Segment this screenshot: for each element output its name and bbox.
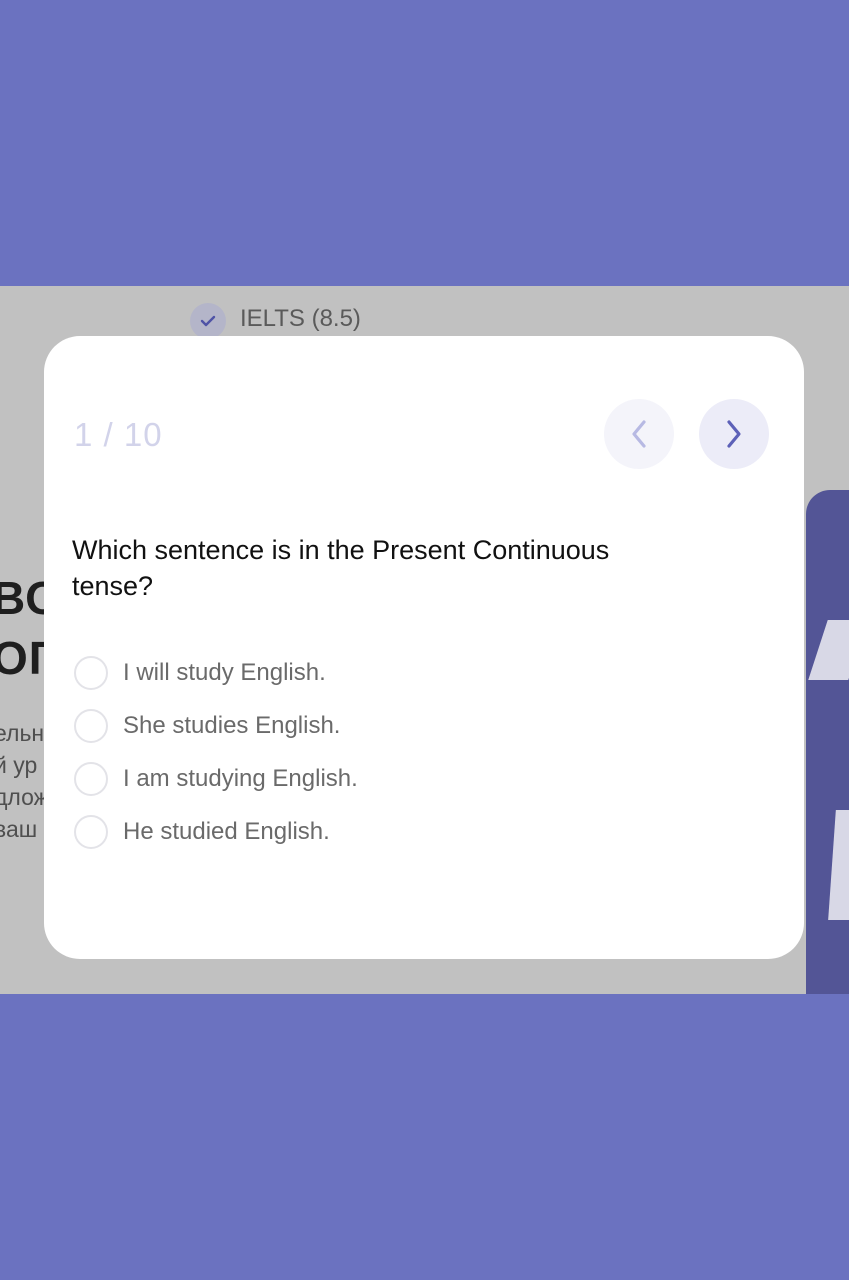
check-icon: [190, 303, 226, 339]
answer-label: I will study English.: [123, 658, 326, 686]
background-text-line: длож: [0, 784, 50, 810]
decorative-shape: [828, 810, 849, 920]
decorative-shape: [808, 620, 849, 680]
answer-option[interactable]: I am studying English.: [74, 752, 358, 805]
radio-button[interactable]: [74, 708, 108, 743]
answer-label: I am studying English.: [123, 764, 358, 792]
chevron-right-icon: [727, 420, 741, 448]
answer-option[interactable]: He studied English.: [74, 805, 358, 858]
radio-button[interactable]: [74, 655, 108, 690]
background-text-line: й ур: [0, 752, 38, 778]
answer-option[interactable]: I will study English.: [74, 646, 358, 699]
previous-question-button[interactable]: [604, 399, 674, 469]
quiz-modal: 1 / 10 Which sentence is in the Present …: [44, 336, 804, 959]
ielts-label: IELTS (8.5): [240, 305, 361, 332]
question-counter: 1 / 10: [74, 416, 163, 453]
next-question-button[interactable]: [699, 399, 769, 469]
background-card: [806, 490, 849, 994]
answer-label: He studied English.: [123, 817, 330, 845]
answer-label: She studies English.: [123, 711, 341, 739]
radio-button[interactable]: [74, 814, 108, 849]
radio-button[interactable]: [74, 761, 108, 796]
answer-option[interactable]: She studies English.: [74, 699, 358, 752]
background-text-line: ельн: [0, 720, 45, 746]
background-text-line: ваш: [0, 816, 38, 842]
question-text: Which sentence is in the Present Continu…: [72, 535, 610, 601]
chevron-left-icon: [632, 420, 646, 448]
answer-options: I will study English. She studies Englis…: [74, 646, 358, 858]
